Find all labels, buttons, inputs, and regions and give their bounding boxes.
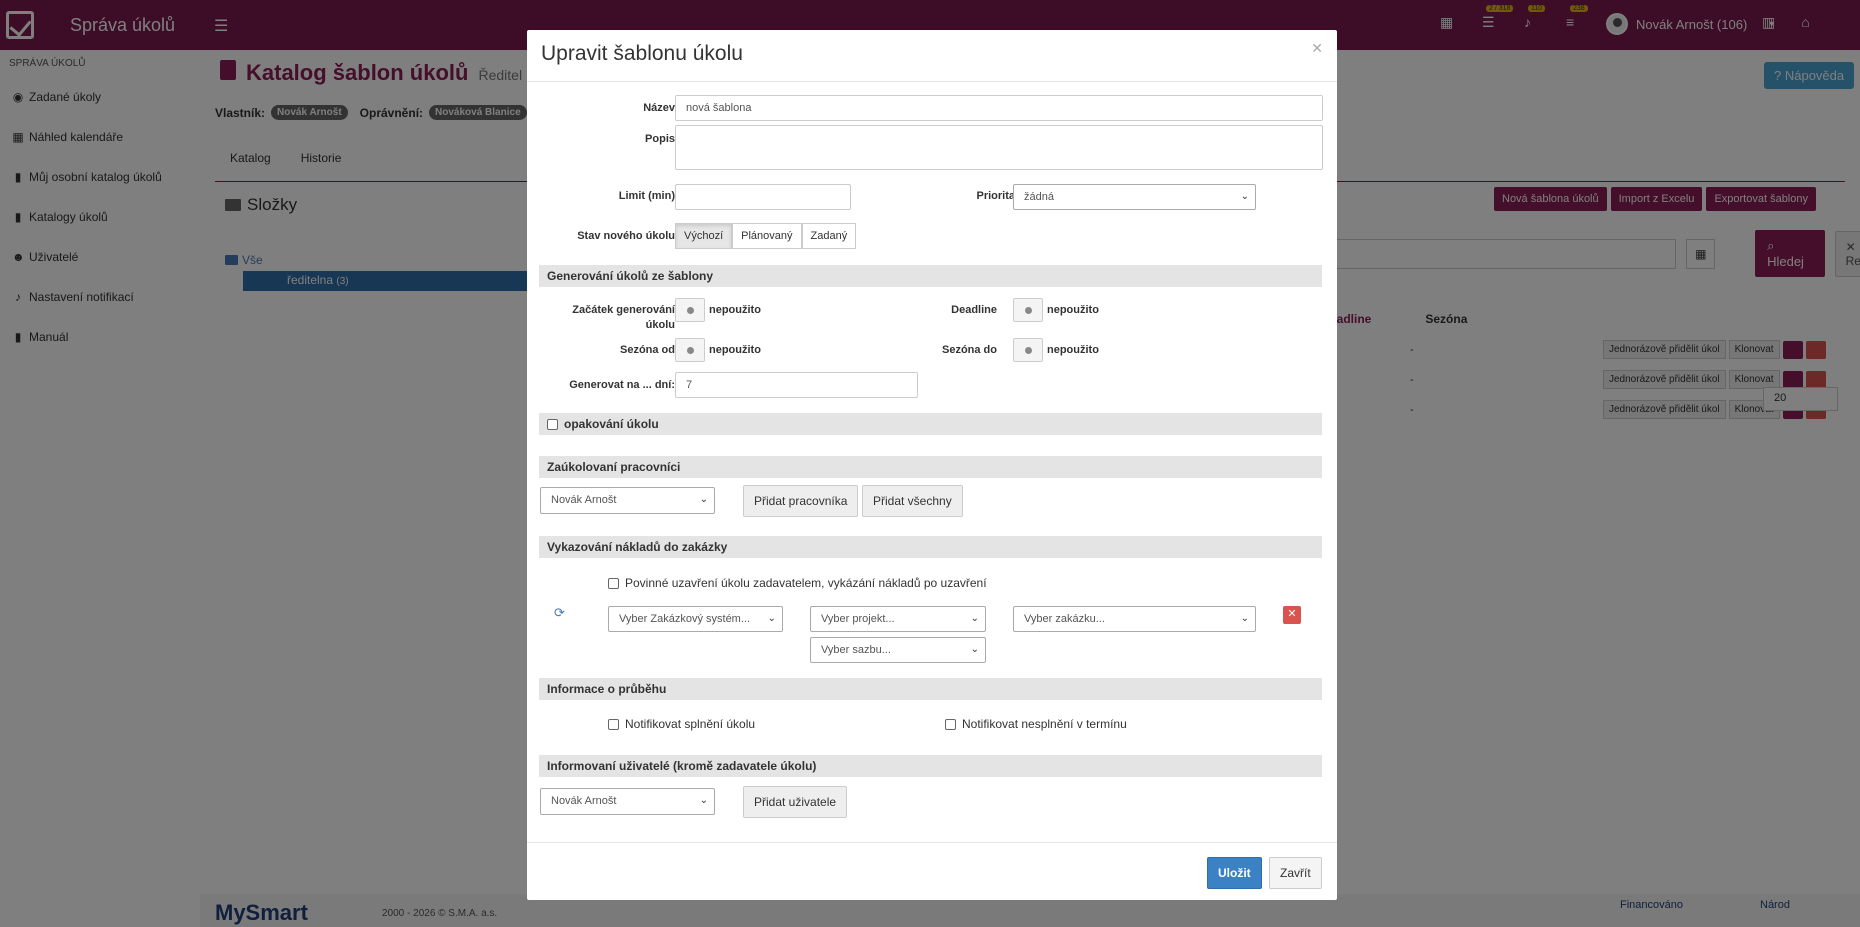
notify-late-checkbox[interactable] [945, 718, 956, 730]
rate-select[interactable]: Vyber sazbu... ⌄ [810, 637, 986, 663]
costs-checkbox[interactable] [608, 577, 619, 589]
notify-done-checkbox[interactable] [608, 718, 619, 730]
description-label: Popis [645, 133, 675, 145]
chevron-down-icon: ⌄ [970, 613, 979, 624]
remove-row-icon[interactable]: ✕ [1283, 606, 1301, 624]
notify-late-label: Notifikovat nesplnění v termínu [962, 717, 1127, 731]
season-to-toggle[interactable] [1013, 338, 1043, 362]
generation-start-value: nepoužito [709, 304, 761, 316]
costs-section-header: Vykazování nákladů do zakázky [539, 536, 1322, 558]
deadline-label: Deadline [951, 304, 997, 316]
repeat-section-header: opakování úkolu [539, 413, 1322, 435]
order-value: Vyber zakázku... [1024, 613, 1105, 625]
state-button-group: Výchozí Plánovaný Zadaný [675, 223, 857, 249]
order-system-value: Vyber Zakázkový systém... [619, 613, 751, 625]
state-label: Stav nového úkolu [577, 230, 675, 242]
season-from-value: nepoužito [709, 344, 761, 356]
chevron-down-icon: ⌄ [1240, 191, 1249, 202]
save-button[interactable]: Uložit [1207, 857, 1262, 889]
priority-select[interactable]: žádná ⌄ [1013, 184, 1256, 210]
season-to-value: nepoužito [1047, 344, 1099, 356]
worker-select-value: Novák Arnošt [551, 494, 617, 506]
add-user-button[interactable]: Přidat uživatele [743, 786, 848, 818]
inform-section-header: Informovaní uživatelé (kromě zadavatele … [539, 755, 1322, 777]
name-label: Název [643, 102, 675, 114]
close-button[interactable]: Zavřít [1269, 857, 1322, 889]
costs-checkbox-label: Povinné uzavření úkolu zadavatelem, vyká… [625, 576, 987, 590]
notify-done-line[interactable]: Notifikovat splnění úkolu [608, 717, 755, 731]
state-assigned-button[interactable]: Zadaný [801, 223, 857, 249]
close-icon[interactable]: ✕ [1311, 40, 1323, 57]
priority-value: žádná [1024, 191, 1054, 203]
notify-done-label: Notifikovat splnění úkolu [625, 717, 756, 731]
repeat-label: opakování úkolu [564, 417, 659, 431]
state-default-button[interactable]: Výchozí [675, 223, 733, 249]
chevron-down-icon: ⌄ [767, 613, 776, 624]
order-select[interactable]: Vyber zakázku... ⌄ [1013, 606, 1256, 632]
deadline-toggle[interactable] [1013, 298, 1043, 322]
generation-start-toggle[interactable] [675, 298, 705, 322]
project-select[interactable]: Vyber projekt... ⌄ [810, 606, 986, 632]
generation-start-label: Začátek generování úkolu [572, 304, 675, 331]
name-input[interactable]: nová šablona [675, 95, 1323, 121]
add-all-workers-button[interactable]: Přidat všechny [862, 485, 963, 517]
season-from-toggle[interactable] [675, 338, 705, 362]
generate-days-label: Generovat na ... dní: [569, 379, 675, 391]
season-from-label: Sezóna od [619, 344, 675, 356]
description-textarea[interactable] [675, 125, 1323, 170]
progress-section-header: Informace o průběhu [539, 678, 1322, 700]
notify-late-line[interactable]: Notifikovat nesplnění v termínu [945, 717, 1127, 731]
repeat-checkbox[interactable] [547, 418, 558, 430]
deadline-value: nepoužito [1047, 304, 1099, 316]
generate-days-input[interactable]: 7 [675, 372, 918, 398]
modal-header: Upravit šablonu úkolu ✕ [527, 30, 1337, 82]
state-planned-button[interactable]: Plánovaný [732, 223, 802, 249]
costs-checkbox-line[interactable]: Povinné uzavření úkolu zadavatelem, vyká… [608, 576, 987, 590]
limit-input[interactable] [675, 184, 851, 210]
edit-template-modal: Upravit šablonu úkolu ✕ Název nová šablo… [527, 30, 1337, 900]
season-to-label: Sezóna do [941, 344, 997, 356]
inform-user-value: Novák Arnošt [551, 795, 617, 807]
project-value: Vyber projekt... [821, 613, 895, 625]
modal-title: Upravit šablonu úkolu [541, 42, 743, 65]
refresh-icon[interactable]: ⟳ [554, 605, 565, 621]
chevron-down-icon: ⌄ [1240, 613, 1249, 624]
modal-footer: Uložit Zavřít [527, 842, 1337, 900]
add-worker-button[interactable]: Přidat pracovníka [743, 485, 859, 517]
chevron-down-icon: ⌄ [970, 644, 979, 655]
chevron-down-icon: ⌄ [699, 795, 708, 806]
workers-section-header: Zaúkolovaní pracovníci [539, 456, 1322, 478]
generation-section-header: Generování úkolů ze šablony [539, 265, 1322, 287]
limit-label: Limit (min) [618, 190, 675, 202]
order-system-select[interactable]: Vyber Zakázkový systém... ⌄ [608, 606, 783, 632]
inform-user-select[interactable]: Novák Arnošt ⌄ [540, 788, 715, 815]
rate-value: Vyber sazbu... [821, 644, 891, 656]
chevron-down-icon: ⌄ [699, 494, 708, 505]
priority-label: Priorita [976, 190, 1015, 202]
worker-select[interactable]: Novák Arnošt ⌄ [540, 487, 715, 514]
